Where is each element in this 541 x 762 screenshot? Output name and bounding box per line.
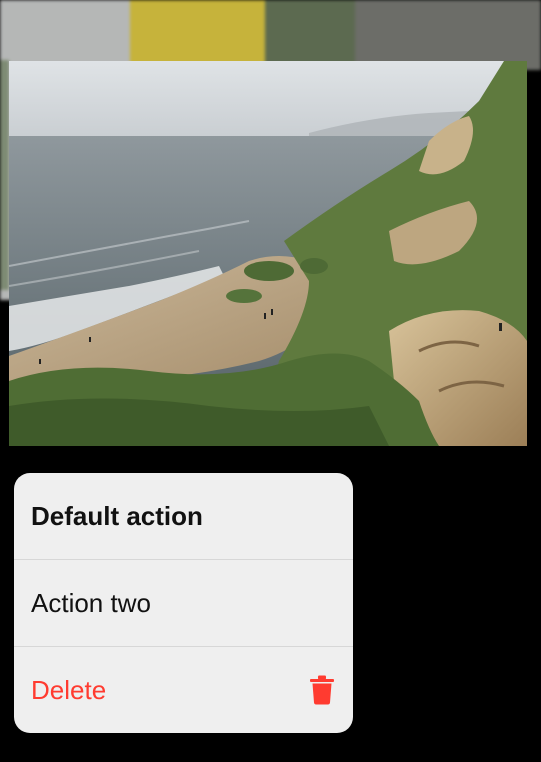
menu-item-label: Action two <box>31 587 151 618</box>
context-menu: Default action Action two Delete <box>14 473 353 733</box>
menu-item-action-two[interactable]: Action two <box>14 560 353 646</box>
menu-item-label: Default action <box>31 500 203 531</box>
trash-icon <box>310 675 334 705</box>
menu-item-label: Delete <box>31 674 107 705</box>
menu-item-default-action[interactable]: Default action <box>14 473 353 559</box>
photo-preview[interactable] <box>9 61 527 446</box>
coastal-cliff-photo <box>9 61 527 446</box>
menu-item-delete[interactable]: Delete <box>14 647 353 733</box>
